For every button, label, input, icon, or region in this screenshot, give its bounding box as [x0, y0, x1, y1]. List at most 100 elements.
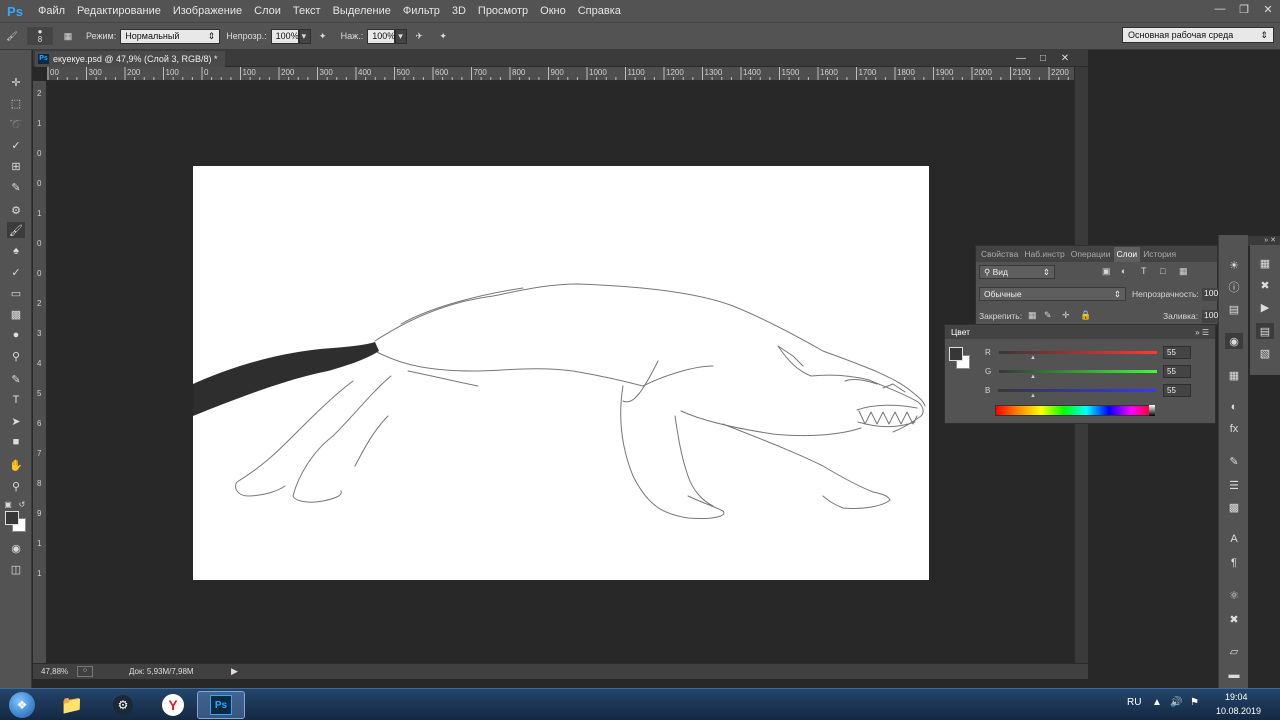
tab-layers[interactable]: Слои	[1113, 246, 1141, 262]
brush-preset-picker[interactable]: ● 8	[27, 27, 53, 45]
close-icon[interactable]: ✕	[1256, 0, 1280, 18]
menu-image[interactable]: Изображение	[167, 0, 248, 22]
taskbar-steam[interactable]: ⚙	[99, 691, 147, 719]
tab-properties[interactable]: Свойства	[978, 247, 1021, 262]
blur-tool-icon[interactable]: ●	[7, 327, 25, 343]
cube-icon[interactable]: ▱	[1225, 643, 1243, 659]
language-indicator[interactable]: RU	[1127, 697, 1141, 708]
flow-dropdown[interactable]: ▾	[395, 28, 408, 44]
history-icon[interactable]: ▧	[1256, 345, 1274, 361]
brush-tool-icon[interactable]: 🖌	[3, 27, 21, 45]
canvas-area[interactable]	[47, 81, 1074, 663]
clock-time[interactable]: 19:04	[1225, 692, 1248, 702]
move-tool-icon[interactable]: ✛	[7, 74, 25, 90]
clone-stamp-tool-icon[interactable]: ♠	[7, 243, 25, 259]
zoom-level[interactable]: 47,88%	[41, 667, 68, 676]
document-tab[interactable]: Ps екуекуе.psd @ 47,9% (Слой 3, RGB/8) *	[35, 51, 226, 67]
maximize-icon[interactable]: □	[1032, 50, 1054, 66]
eyedropper-tool-icon[interactable]: ✎	[7, 179, 25, 195]
blue-slider-thumb-icon[interactable]: ▲	[1030, 393, 1036, 399]
minimize-icon[interactable]: —	[1010, 50, 1032, 66]
status-icon[interactable]: ○	[77, 666, 93, 677]
start-button[interactable]: ❖	[2, 691, 42, 719]
tab-tool-presets[interactable]: Наб.инстр	[1021, 247, 1067, 262]
tool-presets-icon[interactable]: ✖	[1256, 277, 1274, 293]
crop-tool-icon[interactable]: ⊞	[7, 158, 25, 174]
menu-filter[interactable]: Фильтр	[397, 0, 446, 22]
healing-brush-tool-icon[interactable]: ⚙	[7, 202, 25, 218]
blue-value-input[interactable]: 55	[1163, 384, 1191, 397]
green-slider[interactable]	[999, 369, 1158, 373]
red-value-input[interactable]: 55	[1163, 346, 1191, 359]
brush-settings-icon[interactable]: ☰	[1225, 477, 1243, 493]
quick-select-tool-icon[interactable]: ✓	[7, 137, 25, 153]
flow-input[interactable]: 100%	[367, 28, 395, 44]
brush-panel-icon[interactable]: ▦	[59, 27, 77, 45]
properties-icon[interactable]: ▦	[1256, 255, 1274, 271]
pressure-size-icon[interactable]: ✦	[434, 27, 452, 45]
filter-shape-icon[interactable]: □	[1160, 266, 1165, 276]
restore-icon[interactable]: ❐	[1232, 0, 1256, 18]
lock-all-icon[interactable]: 🔒	[1080, 310, 1091, 321]
dodge-tool-icon[interactable]: ⚲	[7, 348, 25, 364]
clock-date[interactable]: 10.08.2019	[1216, 706, 1261, 716]
marquee-tool-icon[interactable]: ⬚	[7, 95, 25, 111]
menu-select[interactable]: Выделение	[327, 0, 397, 22]
quick-mask-icon[interactable]: ◉	[7, 540, 25, 556]
document-canvas[interactable]	[193, 166, 929, 580]
rectangle-tool-icon[interactable]: ■	[7, 434, 25, 450]
action-center-icon[interactable]: ⚑	[1190, 697, 1199, 708]
paragraph-icon[interactable]: ¶	[1225, 555, 1243, 571]
adjustments-icon[interactable]: ◐	[1225, 399, 1243, 415]
blue-slider[interactable]	[998, 388, 1157, 392]
hand-tool-icon[interactable]: ✋	[7, 457, 25, 473]
color-spectrum-bar[interactable]	[995, 405, 1155, 416]
menu-layers[interactable]: Слои	[248, 0, 287, 22]
measurement-icon[interactable]: ✖	[1225, 611, 1243, 627]
lock-paint-icon[interactable]: ✎	[1044, 310, 1052, 321]
close-icon[interactable]: ✕	[1054, 50, 1076, 66]
minimize-icon[interactable]: —	[1208, 0, 1232, 18]
green-slider-thumb-icon[interactable]: ▲	[1030, 374, 1036, 380]
foreground-color-swatch[interactable]	[949, 347, 963, 361]
opacity-input[interactable]: 100%	[270, 28, 299, 44]
menu-view[interactable]: Просмотр	[472, 0, 534, 22]
panel-menu-icon[interactable]: » ☰	[1195, 328, 1209, 337]
volume-icon[interactable]: 🔊	[1170, 697, 1182, 708]
styles-icon[interactable]: fx	[1225, 421, 1243, 437]
type-tool-icon[interactable]: T	[7, 392, 25, 408]
green-value-input[interactable]: 55	[1163, 365, 1191, 378]
lasso-tool-icon[interactable]: ➰	[7, 116, 25, 132]
brush-tool-icon[interactable]: 🖌	[7, 222, 25, 238]
collapse-icon[interactable]: » ✕	[1264, 237, 1276, 244]
menu-window[interactable]: Окно	[534, 0, 572, 22]
history-brush-tool-icon[interactable]: ✓	[7, 264, 25, 280]
menu-help[interactable]: Справка	[572, 0, 627, 22]
taskbar-explorer[interactable]: 📁	[48, 691, 96, 719]
eraser-tool-icon[interactable]: ▭	[7, 285, 25, 301]
menu-file[interactable]: Файл	[32, 0, 71, 22]
blend-mode-select[interactable]: Обычные ⇕	[979, 287, 1126, 301]
taskbar-yandex-browser[interactable]: Y	[149, 691, 197, 719]
default-colors-icon[interactable]: ▣	[3, 496, 13, 512]
gradient-tool-icon[interactable]: ▩	[7, 306, 25, 322]
timeline-icon[interactable]: ▬	[1225, 667, 1243, 683]
opacity-dropdown[interactable]: ▾	[298, 28, 311, 44]
menu-3d[interactable]: 3D	[446, 0, 472, 22]
path-select-tool-icon[interactable]: ➤	[7, 413, 25, 429]
info-icon[interactable]: ⓘ	[1225, 279, 1243, 295]
layer-opacity-input[interactable]: 100	[1202, 288, 1218, 301]
black-white-ramp[interactable]	[1149, 405, 1155, 416]
play-right-icon[interactable]: ▶	[231, 666, 238, 677]
filter-pixel-icon[interactable]: ▣	[1102, 266, 1111, 277]
zoom-tool-icon[interactable]: ⚲	[7, 478, 25, 494]
red-slider-thumb-icon[interactable]: ▲	[1030, 355, 1036, 361]
filter-smart-icon[interactable]: ▦	[1179, 266, 1188, 277]
workspace-select[interactable]: Основная рабочая среда ⇕	[1122, 27, 1274, 43]
menu-edit[interactable]: Редактирование	[71, 0, 167, 22]
lock-move-icon[interactable]: ✛	[1062, 310, 1070, 321]
tray-expand-icon[interactable]: ▲	[1152, 697, 1162, 708]
tab-history[interactable]: История	[1140, 247, 1179, 262]
taskbar-photoshop[interactable]: Ps	[197, 691, 245, 719]
color-palette-icon[interactable]: ◉	[1225, 333, 1243, 349]
